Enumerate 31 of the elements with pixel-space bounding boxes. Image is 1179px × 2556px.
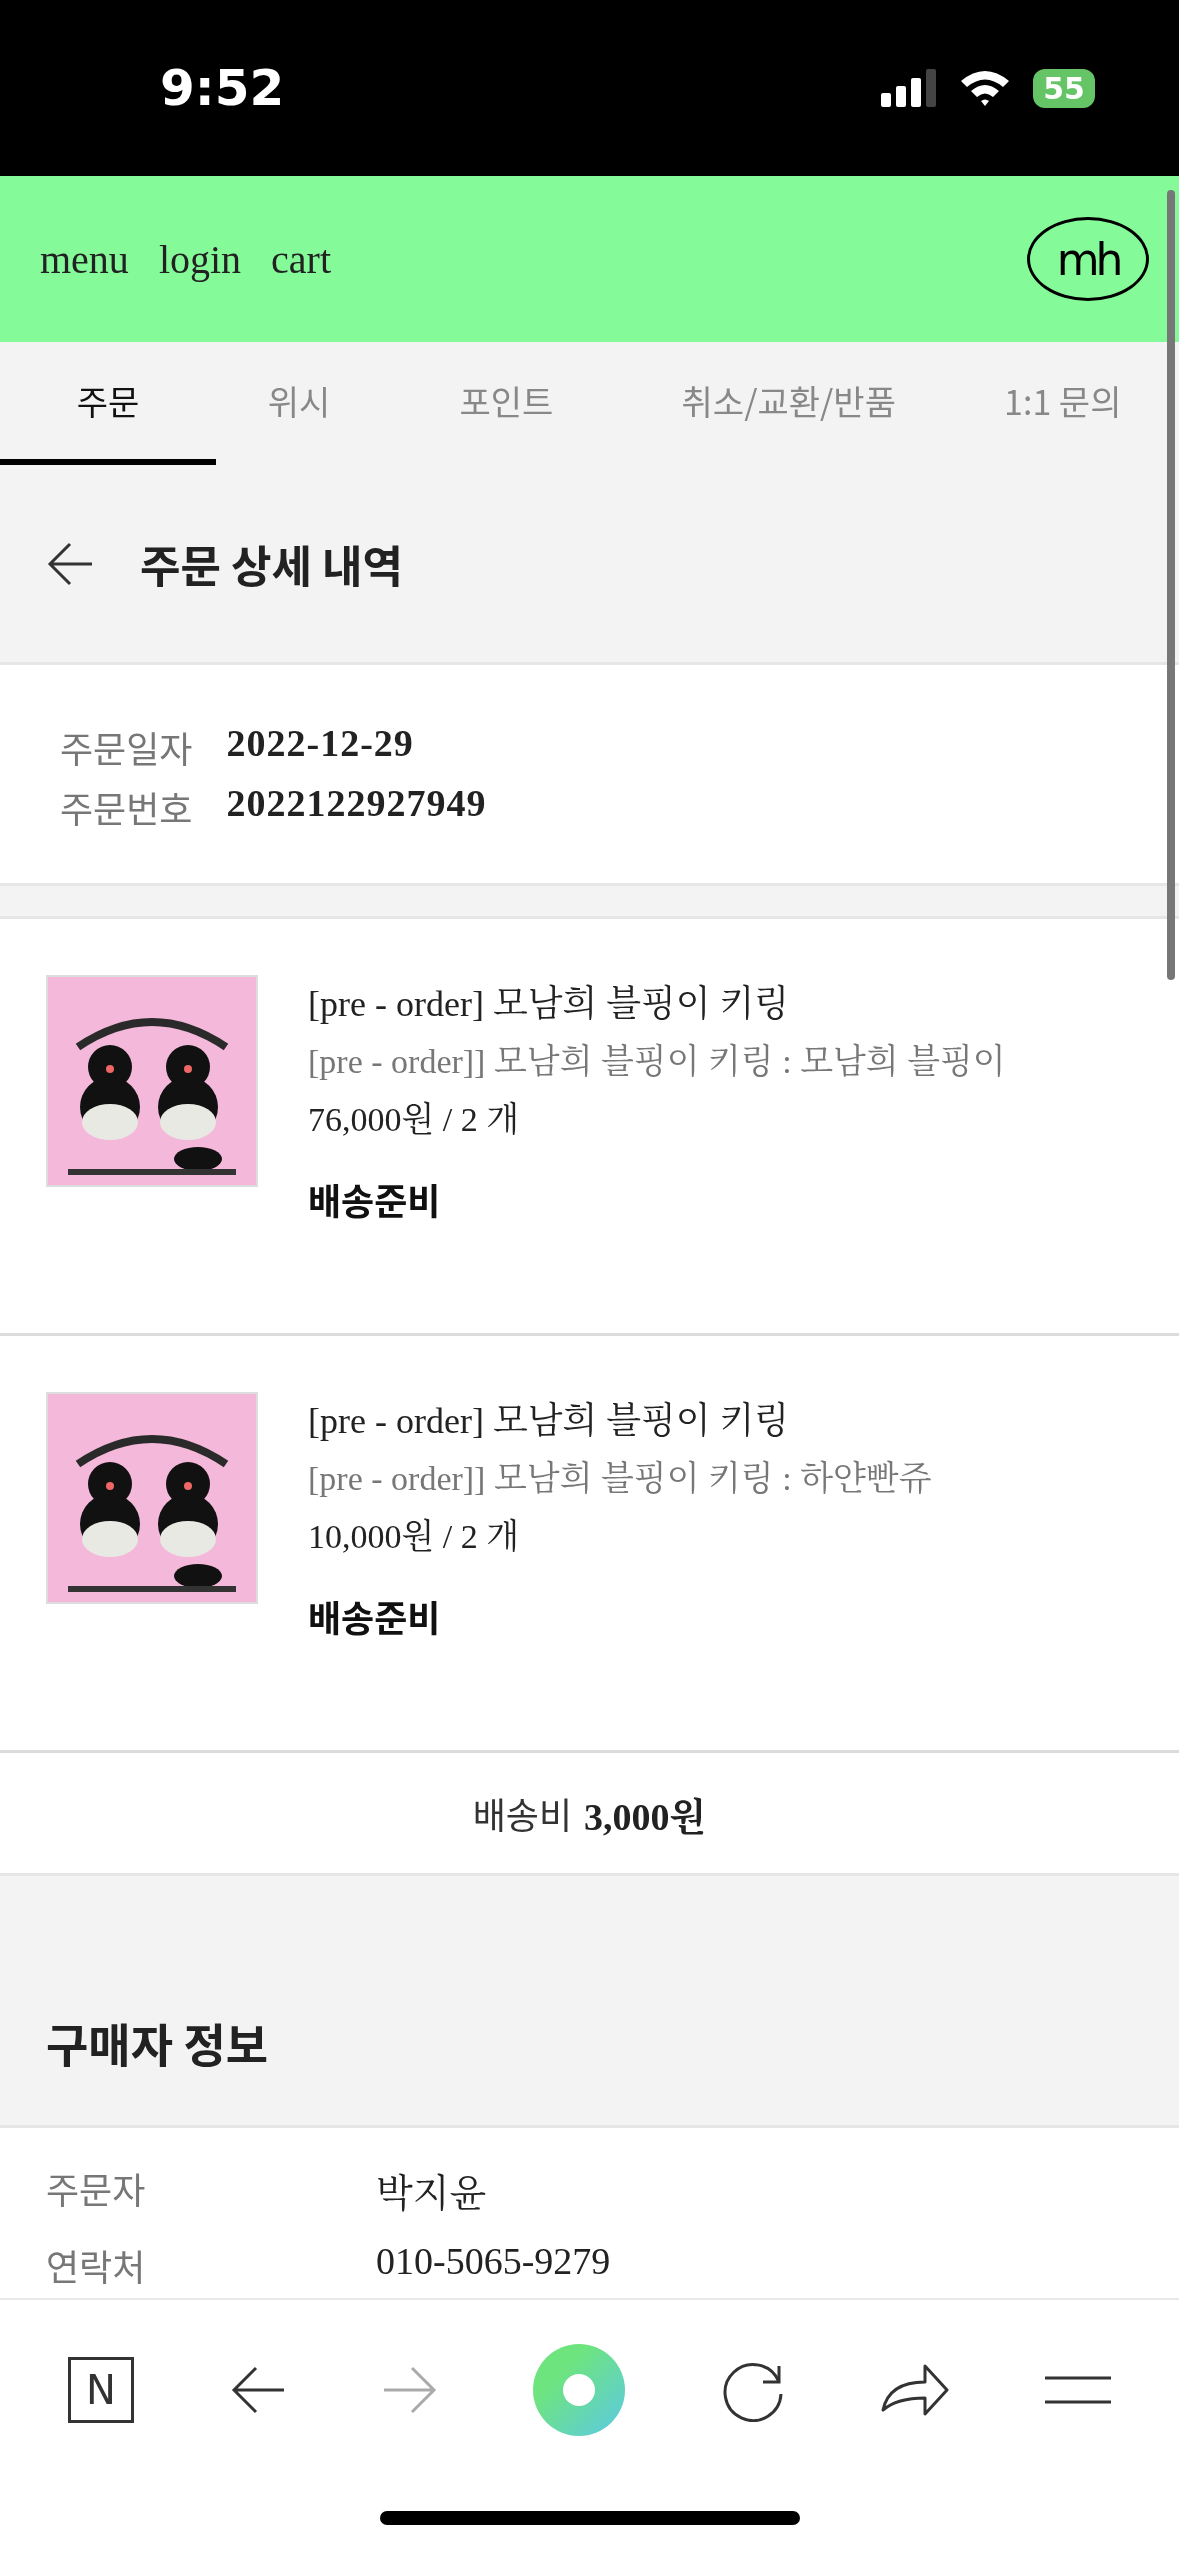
product-option: [pre - order]] 모남희 블핑이 키링 : 모남희 블핑이 <box>308 1033 1006 1091</box>
header-link[interactable]: login <box>158 235 242 283</box>
page-title: 주문 상세 내역 <box>140 531 403 596</box>
header-link[interactable]: cart <box>271 235 332 283</box>
shipping-label: 배송비 <box>472 1787 573 1839</box>
buyer-label: 연락처 <box>46 2239 147 2291</box>
status-time: 9:52 <box>160 59 285 117</box>
wifi-icon <box>959 69 1012 107</box>
info-label: 주문번호 <box>60 781 193 833</box>
info-label: 주문일자 <box>60 721 193 773</box>
product-name[interactable]: [pre - order] 모남희 블핑이 키링 <box>308 975 1006 1033</box>
info-value: 2022-12-29 <box>226 721 415 766</box>
buyer-value: 박지윤 <box>376 2171 488 2216</box>
product-price: 76,000원 / 2 개 <box>308 1100 521 1140</box>
delivery-status: 배송준비 <box>308 1173 442 1225</box>
section-title: 구매자 정보 <box>46 2009 269 2075</box>
header-link[interactable]: menu <box>40 235 129 283</box>
delivery-status: 배송준비 <box>308 1590 442 1642</box>
shipping-fee: 3,000원 <box>584 1794 707 1840</box>
back-icon[interactable] <box>229 2364 286 2416</box>
buyer-label: 주문자 <box>46 2162 147 2216</box>
signal-icon <box>881 69 938 107</box>
product-name[interactable]: [pre - order] 모남희 블핑이 키링 <box>308 1392 932 1450</box>
info-value: 2022122927949 <box>226 781 488 826</box>
product-price: 10,000원 / 2 개 <box>308 1517 521 1557</box>
menu-icon[interactable] <box>1045 2375 1111 2405</box>
home-button[interactable]: N <box>67 2357 134 2423</box>
battery-indicator: 55 <box>1033 68 1095 108</box>
product-option: [pre - order]] 모남희 블핑이 키링 : 하얀빤쥬 <box>308 1450 932 1508</box>
buyer-value: 010-5065-9279 <box>376 2239 612 2284</box>
logo[interactable]: mh <box>1027 217 1149 301</box>
